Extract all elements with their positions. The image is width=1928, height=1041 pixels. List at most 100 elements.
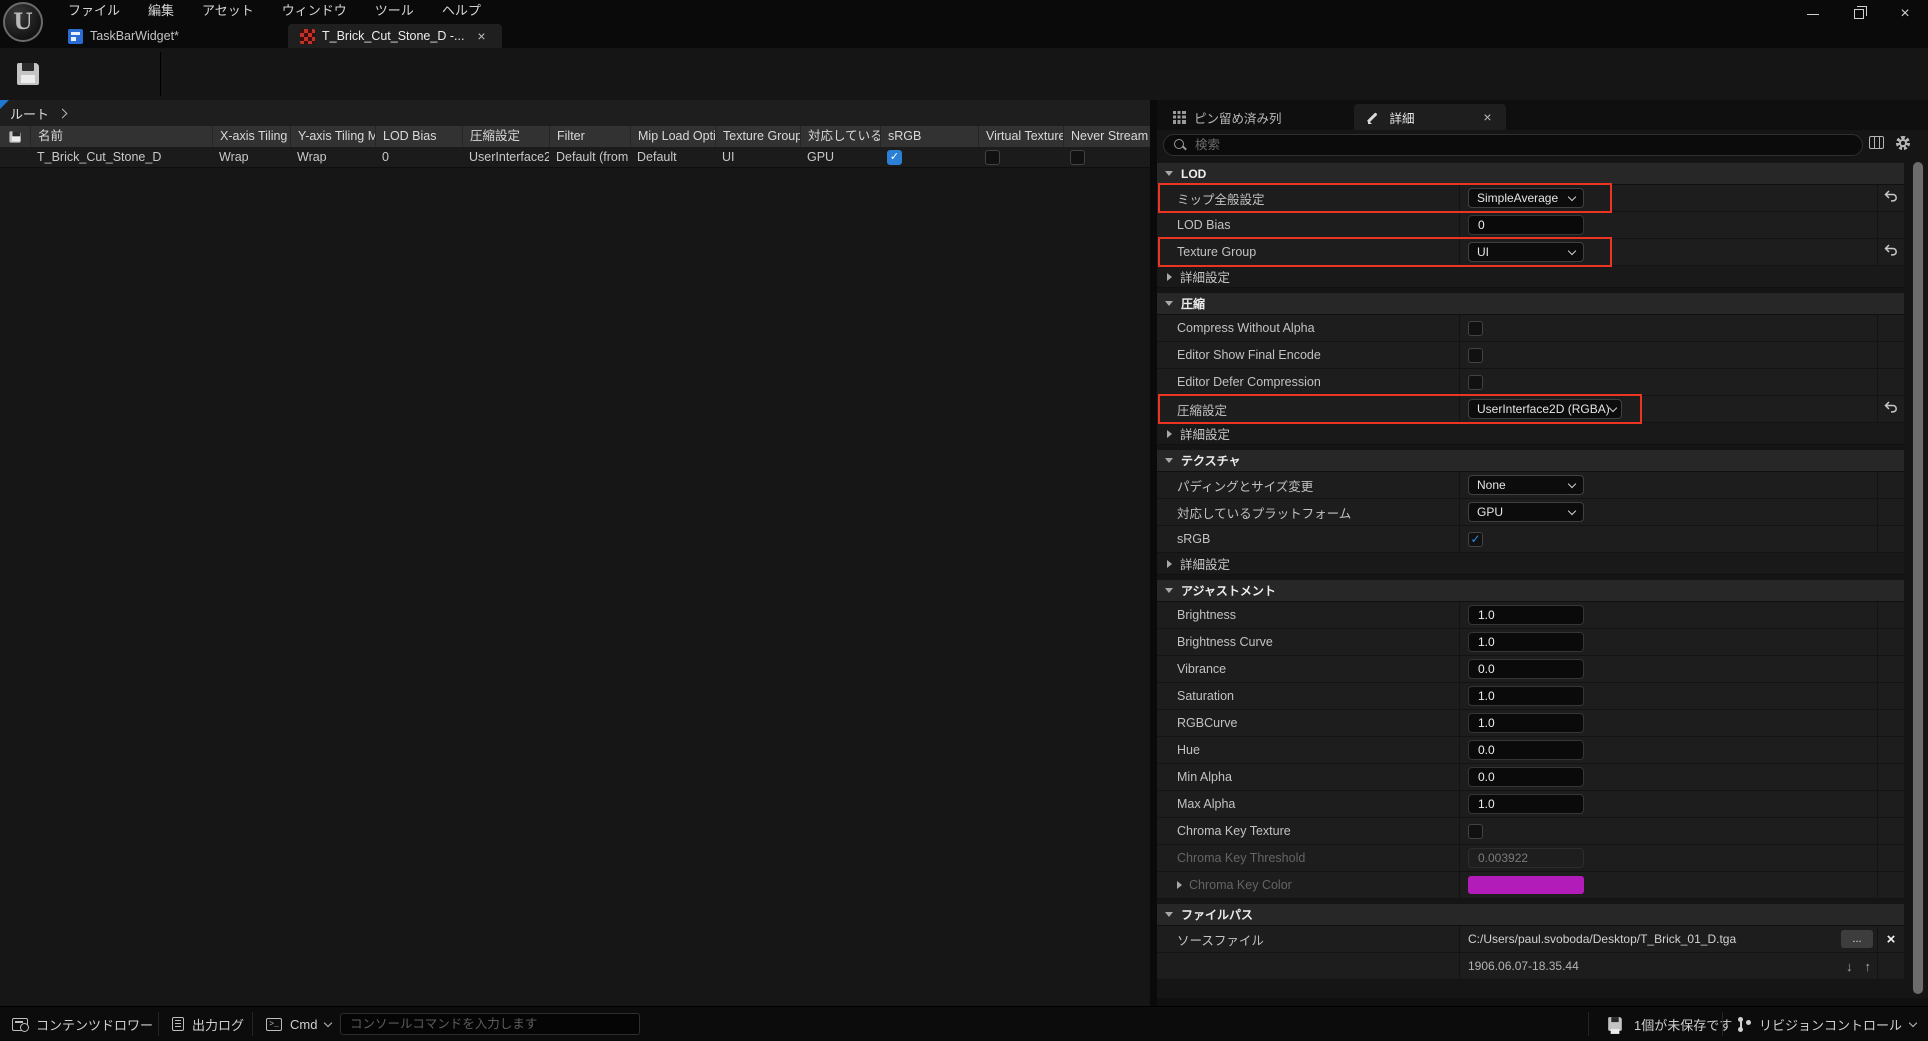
- cmd-dropdown[interactable]: >_ Cmd: [266, 1007, 331, 1041]
- property-input[interactable]: 1.0: [1468, 686, 1584, 706]
- menu-item-3[interactable]: ウィンドウ: [268, 0, 361, 22]
- property-input[interactable]: 1.0: [1468, 713, 1584, 733]
- checkbox-unchecked[interactable]: [1468, 824, 1483, 839]
- widget-blueprint-icon: [68, 29, 83, 44]
- menu-item-5[interactable]: ヘルプ: [428, 0, 495, 22]
- unsaved-status-button[interactable]: 1個が未保存です: [1604, 1007, 1732, 1041]
- search-box[interactable]: [1163, 134, 1863, 156]
- property-dropdown[interactable]: GPU: [1468, 502, 1584, 522]
- revision-control-button[interactable]: リビジョンコントロール: [1738, 1007, 1916, 1041]
- unreal-engine-logo[interactable]: U: [3, 2, 43, 42]
- asset-tab-bar: TaskBarWidget* T_Brick_Cut_Stone_D -... …: [0, 22, 1928, 48]
- tab-taskbarwidget[interactable]: TaskBarWidget*: [56, 24, 191, 48]
- column-header[interactable]: Never Stream: [1063, 126, 1150, 147]
- content-drawer-button[interactable]: コンテンツドロワー: [12, 1007, 153, 1041]
- breadcrumb-root[interactable]: ルート: [10, 104, 49, 123]
- property-value: UI: [1460, 239, 1877, 265]
- column-header[interactable]: 圧縮設定: [462, 126, 549, 147]
- tab-close-icon[interactable]: ×: [1483, 109, 1491, 125]
- column-header[interactable]: Filter: [549, 126, 630, 147]
- column-header[interactable]: 名前: [30, 126, 212, 147]
- property-input[interactable]: 1.0: [1468, 632, 1584, 652]
- menu-item-2[interactable]: アセット: [188, 0, 268, 22]
- panel-corner-marker: [0, 100, 9, 109]
- search-input[interactable]: [1195, 138, 1852, 152]
- restore-button[interactable]: [1836, 0, 1882, 28]
- property-label: LOD Bias: [1157, 212, 1460, 238]
- table-cell: Wrap: [290, 147, 375, 168]
- property-label-text: Chroma Key Threshold: [1177, 851, 1305, 865]
- table-row[interactable]: T_Brick_Cut_Stone_DWrapWrap0UserInterfac…: [0, 147, 1150, 168]
- checkbox-unchecked[interactable]: [1468, 348, 1483, 363]
- property-label: Compress Without Alpha: [1157, 315, 1460, 341]
- save-button[interactable]: [11, 57, 45, 91]
- column-header[interactable]: sRGB: [880, 126, 978, 147]
- section-header-0[interactable]: LOD: [1157, 163, 1904, 185]
- checkbox-unchecked[interactable]: [1070, 150, 1085, 165]
- tab-details[interactable]: 詳細 ×: [1354, 104, 1506, 130]
- property-dropdown[interactable]: UI: [1468, 242, 1584, 262]
- browse-button[interactable]: ...: [1841, 930, 1873, 948]
- table-cell: [978, 147, 1063, 168]
- section-header-1[interactable]: 圧縮: [1157, 293, 1904, 315]
- checkbox-unchecked[interactable]: [1468, 375, 1483, 390]
- property-value: 0.0: [1460, 764, 1877, 790]
- menu-item-1[interactable]: 編集: [134, 0, 188, 22]
- tab-texture-asset[interactable]: T_Brick_Cut_Stone_D -... ×: [288, 24, 502, 48]
- output-log-button[interactable]: 出力ログ: [172, 1007, 244, 1041]
- column-header[interactable]: LOD Bias: [375, 126, 462, 147]
- property-dropdown[interactable]: UserInterface2D (RGBA): [1468, 399, 1622, 419]
- property-input[interactable]: 0.0: [1468, 767, 1584, 787]
- reset-to-default-button[interactable]: [1884, 400, 1898, 418]
- menu-item-0[interactable]: ファイル: [54, 0, 134, 22]
- reset-column: [1877, 710, 1904, 736]
- property-input[interactable]: 0.0: [1468, 740, 1584, 760]
- property-input[interactable]: 1.0: [1468, 605, 1584, 625]
- property-input[interactable]: 0: [1468, 215, 1584, 235]
- arrow-down-icon[interactable]: ↓: [1846, 959, 1853, 974]
- reset-to-default-button[interactable]: [1884, 189, 1898, 207]
- property-dropdown[interactable]: None: [1468, 475, 1584, 495]
- menu-item-4[interactable]: ツール: [361, 0, 428, 22]
- table-cell: [1063, 147, 1150, 168]
- section-header-2[interactable]: テクスチャ: [1157, 450, 1904, 472]
- color-swatch[interactable]: [1468, 876, 1584, 894]
- clear-path-button[interactable]: ×: [1887, 932, 1896, 947]
- column-header[interactable]: 対応しているプラットフォーム: [800, 126, 880, 147]
- dropdown-value: GPU: [1477, 505, 1503, 519]
- property-input[interactable]: 1.0: [1468, 794, 1584, 814]
- column-header[interactable]: Virtual Texture Streaming: [978, 126, 1063, 147]
- scrollbar-thumb[interactable]: [1913, 162, 1923, 994]
- chevron-down-icon: [1568, 506, 1576, 514]
- tab-close-icon[interactable]: ×: [477, 28, 485, 44]
- column-header[interactable]: Y-axis Tiling Method: [290, 126, 375, 147]
- checkbox-checked[interactable]: [1468, 532, 1483, 547]
- separator: [1722, 1012, 1723, 1036]
- checkbox-unchecked[interactable]: [985, 150, 1000, 165]
- property-label: Brightness: [1157, 602, 1460, 628]
- section-header-4[interactable]: ファイルパス: [1157, 904, 1904, 926]
- column-header[interactable]: X-axis Tiling Method: [212, 126, 290, 147]
- expand-triangle-icon[interactable]: [1177, 881, 1182, 889]
- close-button[interactable]: ×: [1882, 0, 1928, 28]
- column-header[interactable]: Texture Group: [715, 126, 800, 147]
- advanced-settings-row[interactable]: 詳細設定: [1157, 553, 1904, 575]
- tab-pinned-columns[interactable]: ピン留め済み列: [1159, 104, 1296, 130]
- arrow-up-icon[interactable]: ↑: [1865, 959, 1872, 974]
- minimize-button[interactable]: [1790, 0, 1836, 28]
- advanced-settings-row[interactable]: 詳細設定: [1157, 423, 1904, 445]
- checkbox-checked[interactable]: [887, 150, 902, 165]
- property-label: Editor Defer Compression: [1157, 369, 1460, 395]
- property-input[interactable]: 0.0: [1468, 659, 1584, 679]
- section-header-3[interactable]: アジャストメント: [1157, 580, 1904, 602]
- scrollbar-track[interactable]: [1912, 162, 1924, 994]
- advanced-settings-row[interactable]: 詳細設定: [1157, 266, 1904, 288]
- checkbox-unchecked[interactable]: [1468, 321, 1483, 336]
- column-header[interactable]: [0, 126, 30, 147]
- gear-icon[interactable]: [1896, 136, 1910, 150]
- console-command-input[interactable]: [340, 1013, 640, 1035]
- column-view-icon[interactable]: [1869, 136, 1884, 149]
- column-header[interactable]: Mip Load Options: [630, 126, 715, 147]
- reset-to-default-button[interactable]: [1884, 243, 1898, 261]
- property-dropdown[interactable]: SimpleAverage: [1468, 188, 1584, 208]
